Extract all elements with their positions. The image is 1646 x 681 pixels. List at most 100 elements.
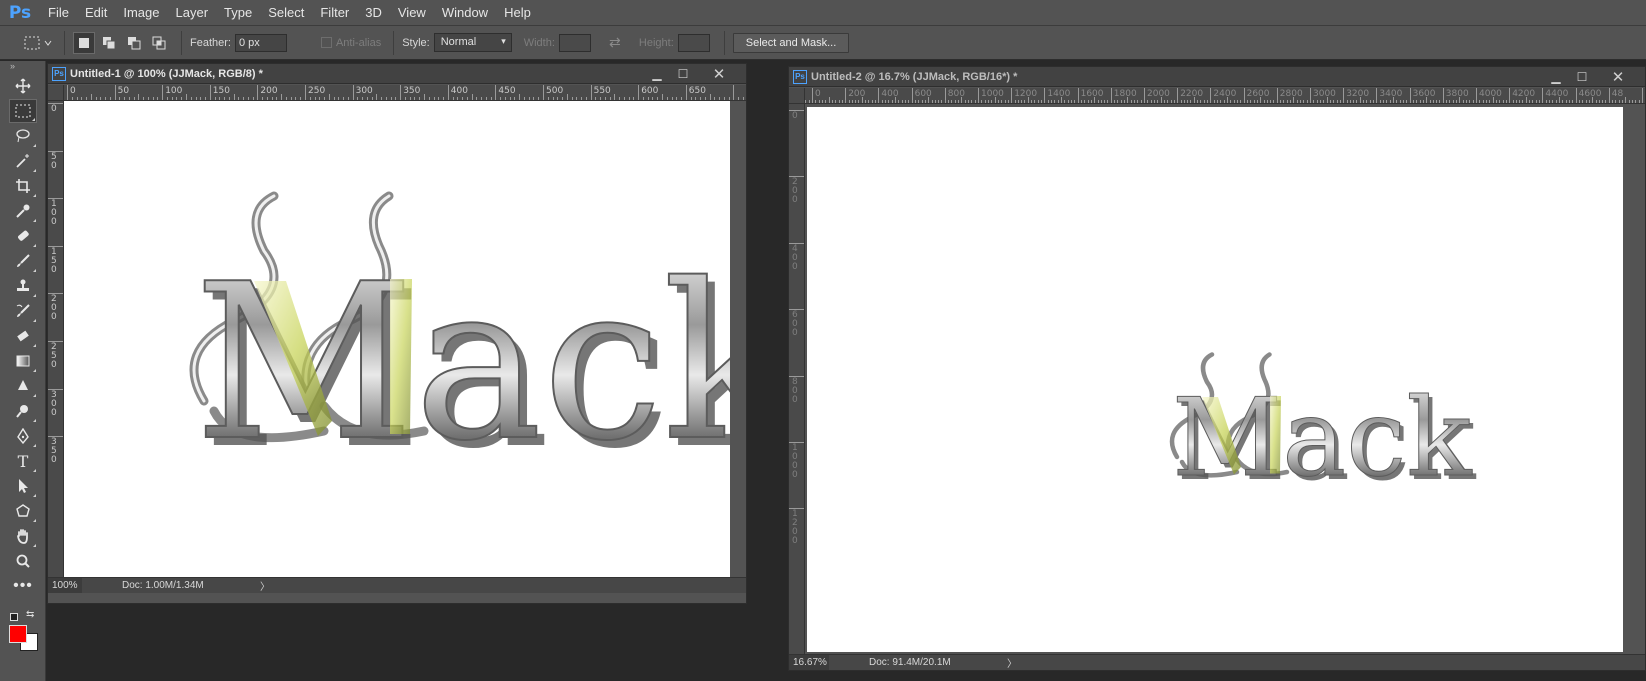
foreground-color-swatch[interactable] [9, 625, 27, 643]
ruler-tick [921, 100, 923, 103]
menu-view[interactable]: View [390, 0, 434, 26]
menu-select[interactable]: Select [260, 0, 312, 26]
expand-panel-icon[interactable]: » [0, 61, 45, 73]
zoom-level-field[interactable]: 16.67% [789, 655, 829, 670]
close-icon[interactable]: ✕ [706, 64, 732, 84]
ruler-tick [911, 88, 913, 103]
select-and-mask-button[interactable]: Select and Mask... [732, 32, 850, 53]
brush-tool-icon[interactable] [9, 249, 37, 273]
add-to-selection-button[interactable] [98, 32, 120, 54]
antialias-checkbox[interactable] [320, 37, 332, 48]
document-size-info[interactable]: Doc: 1.00M/1.34M [122, 580, 252, 591]
document-titlebar[interactable]: Ps Untitled-1 @ 100% (JJMack, RGB/8) * ▁… [48, 64, 746, 84]
style-select-value: Normal [440, 36, 477, 48]
tool-preset-picker[interactable] [20, 31, 56, 55]
menu-3d[interactable]: 3D [357, 0, 390, 26]
pen-tool-icon[interactable] [9, 424, 37, 448]
zoom-tool-icon[interactable] [9, 549, 37, 573]
magic-wand-tool-icon[interactable] [9, 149, 37, 173]
style-select[interactable]: Normal ▾ [433, 33, 512, 52]
ruler-tick [954, 100, 956, 103]
type-tool-icon[interactable]: T [9, 449, 37, 473]
ruler-tick [901, 100, 903, 103]
eraser-tool-icon[interactable] [9, 324, 37, 348]
menu-window[interactable]: Window [434, 0, 496, 26]
ruler-tick [1183, 100, 1185, 103]
ruler-tick [1482, 100, 1484, 103]
ruler-tick [1303, 100, 1305, 103]
ruler-tick [1383, 100, 1385, 103]
ruler-tick [938, 100, 940, 103]
chevron-right-icon[interactable]: 〉 [260, 578, 270, 593]
ruler-tick [841, 100, 843, 103]
rectangular-marquee-tool-icon[interactable] [9, 99, 37, 123]
intersect-selection-button[interactable] [148, 32, 170, 54]
document-size-info[interactable]: Doc: 91.4M/20.1M [869, 657, 999, 668]
ruler-tick [908, 100, 910, 103]
ruler-tick [385, 97, 387, 100]
default-colors-icon[interactable] [10, 613, 18, 621]
new-selection-button[interactable] [73, 31, 95, 54]
zoom-level-field[interactable]: 100% [48, 578, 82, 593]
document-canvas[interactable]: Mack Mack [807, 107, 1623, 652]
ruler-tick [1266, 100, 1268, 103]
ruler-tick [845, 88, 847, 103]
more-tools-icon[interactable]: ••• [9, 574, 37, 598]
document-window-1: Ps Untitled-1 @ 100% (JJMack, RGB/8) * ▁… [47, 63, 747, 604]
vertical-ruler[interactable]: 0 200 400 600 800 1000 1200 [789, 104, 805, 654]
close-icon[interactable]: ✕ [1605, 67, 1631, 87]
ruler-tick [1568, 100, 1570, 103]
ruler-tick [600, 97, 602, 100]
document-titlebar[interactable]: Ps Untitled-2 @ 16.7% (JJMack, RGB/16*) … [789, 67, 1645, 87]
lasso-tool-icon[interactable] [9, 124, 37, 148]
menu-layer[interactable]: Layer [168, 0, 217, 26]
menu-image[interactable]: Image [115, 0, 167, 26]
minimize-icon[interactable]: ▁ [644, 64, 670, 84]
history-brush-tool-icon[interactable] [9, 299, 37, 323]
ruler-tick [1213, 100, 1215, 103]
menu-help[interactable]: Help [496, 0, 539, 26]
menu-filter[interactable]: Filter [312, 0, 357, 26]
ruler-tick [519, 94, 521, 100]
feather-input[interactable] [234, 33, 287, 52]
ruler-tick [789, 176, 804, 178]
gradient-tool-icon[interactable] [9, 349, 37, 373]
height-input[interactable] [677, 33, 710, 52]
menu-file[interactable]: File [40, 0, 77, 26]
crop-tool-icon[interactable] [9, 174, 37, 198]
document-canvas[interactable]: Mack Mack [64, 101, 730, 577]
minimize-icon[interactable]: ▁ [1543, 67, 1569, 87]
ruler-tick [1333, 100, 1335, 103]
swap-colors-icon[interactable]: ⇆ [26, 609, 34, 620]
maximize-icon[interactable]: ☐ [1569, 67, 1595, 87]
ruler-tick [238, 97, 240, 100]
width-input[interactable] [558, 33, 591, 52]
dodge-tool-icon[interactable] [9, 399, 37, 423]
hand-tool-icon[interactable] [9, 524, 37, 548]
ruler-tick [1363, 100, 1365, 103]
ruler-tick [1515, 100, 1517, 103]
eyedropper-tool-icon[interactable] [9, 199, 37, 223]
horizontal-ruler[interactable]: 0 50 100 150 200 250 300 350 400 450 500 550 600 650 [64, 85, 746, 101]
chevron-right-icon[interactable]: 〉 [1007, 655, 1017, 670]
healing-brush-tool-icon[interactable] [9, 224, 37, 248]
ruler-tick [1233, 100, 1235, 103]
horizontal-ruler[interactable]: 0 200 400 600 800 1000 1200 1400 1600 1800 2000 220… [805, 88, 1645, 104]
menu-type[interactable]: Type [216, 0, 260, 26]
ruler-tick [719, 97, 721, 100]
ruler-tick [100, 97, 102, 100]
subtract-from-selection-button[interactable] [123, 32, 145, 54]
ruler-tick [855, 100, 857, 103]
ruler-label: 3600 [1412, 89, 1436, 99]
maximize-icon[interactable]: ☐ [670, 64, 696, 84]
move-tool-icon[interactable] [9, 74, 37, 98]
path-selection-tool-icon[interactable] [9, 474, 37, 498]
swap-dimensions-icon[interactable]: ⇄ [603, 34, 627, 51]
menu-edit[interactable]: Edit [77, 0, 115, 26]
shape-tool-icon[interactable] [9, 499, 37, 523]
clone-stamp-tool-icon[interactable] [9, 274, 37, 298]
vertical-ruler[interactable]: 0 50 100 150 200 250 300 350 [48, 101, 64, 586]
ruler-tick [1057, 100, 1059, 103]
blur-tool-icon[interactable] [9, 374, 37, 398]
ruler-tick [371, 97, 373, 100]
